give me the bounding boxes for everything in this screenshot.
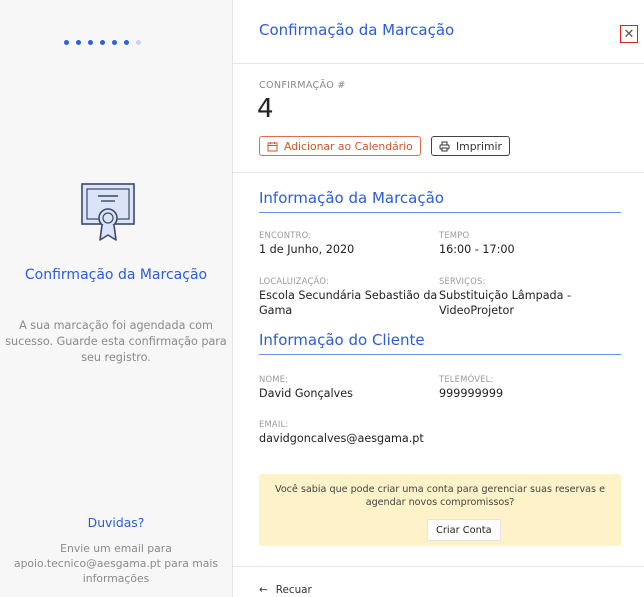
print-button[interactable]: Imprimir: [431, 136, 510, 156]
phone-value: 999999999: [439, 387, 504, 400]
arrow-left-icon: ←: [259, 584, 268, 596]
back-button[interactable]: ← Recuar: [259, 584, 312, 596]
create-account-notice: Você sabia que pode criar uma conta para…: [259, 474, 621, 546]
page-title: Confirmação da Marcação: [259, 21, 455, 39]
progress-dots: [64, 40, 141, 45]
services-value: Substituição Lâmpada - VideoProjetor: [439, 289, 572, 317]
create-account-button[interactable]: Criar Conta: [427, 519, 501, 541]
confirmation-label: CONFIRMAÇÃO #: [259, 80, 346, 91]
progress-dot: [124, 40, 129, 45]
progress-dot: [76, 40, 81, 45]
time-label: TEMPO: [439, 230, 470, 240]
back-label: Recuar: [275, 584, 312, 596]
time-value: 16:00 - 17:00: [439, 243, 515, 256]
email-label: EMAIL:: [259, 419, 289, 429]
encounter-label: ENCONTRO:: [259, 230, 312, 240]
confirmation-panel: Confirmação da Marcação ✕ CONFIRMAÇÃO # …: [233, 0, 644, 597]
add-to-calendar-label: Adicionar ao Calendário: [284, 139, 413, 153]
help-text: Envie um email para apoio.tecnico@aesgam…: [13, 542, 219, 585]
add-to-calendar-button[interactable]: Adicionar ao Calendário: [259, 136, 421, 156]
confirmation-number: 4: [257, 94, 274, 124]
progress-dot: [100, 40, 105, 45]
notice-text: Você sabia que pode criar uma conta para…: [275, 484, 605, 508]
section-underline: [259, 212, 621, 213]
booking-section-title: Informação da Marcação: [259, 189, 444, 207]
name-value: David Gonçalves: [259, 387, 353, 400]
sidebar-title: Confirmação da Marcação: [24, 267, 208, 283]
printer-icon: [439, 141, 450, 151]
sidebar: Confirmação da Marcação A sua marcação f…: [0, 0, 233, 597]
name-label: NOME:: [259, 374, 289, 384]
phone-label: TELEMÓVEL:: [439, 374, 494, 384]
help-title: Duvidas?: [87, 515, 145, 530]
location-value: Escola Secundária Sebastião da Gama: [259, 289, 438, 317]
sidebar-description: A sua marcação foi agendada com sucesso.…: [5, 319, 227, 364]
section-underline: [259, 354, 621, 355]
close-button[interactable]: ✕: [620, 25, 638, 43]
progress-dot: [136, 40, 141, 45]
divider: [233, 63, 644, 64]
divider: [233, 566, 644, 567]
print-label: Imprimir: [456, 139, 502, 153]
progress-dot: [64, 40, 69, 45]
services-label: SERVIÇOS:: [439, 276, 486, 286]
progress-dot: [112, 40, 117, 45]
calendar-icon: [267, 141, 278, 151]
certificate-icon: [81, 183, 135, 241]
close-icon: ✕: [623, 26, 635, 42]
progress-dot: [88, 40, 93, 45]
client-section-title: Informação do Cliente: [259, 331, 425, 349]
location-label: LOCALUIZAÇÃO:: [259, 276, 329, 286]
encounter-value: 1 de Junho, 2020: [259, 243, 355, 256]
email-value: davidgoncalves@aesgama.pt: [259, 432, 424, 445]
divider: [233, 172, 644, 173]
